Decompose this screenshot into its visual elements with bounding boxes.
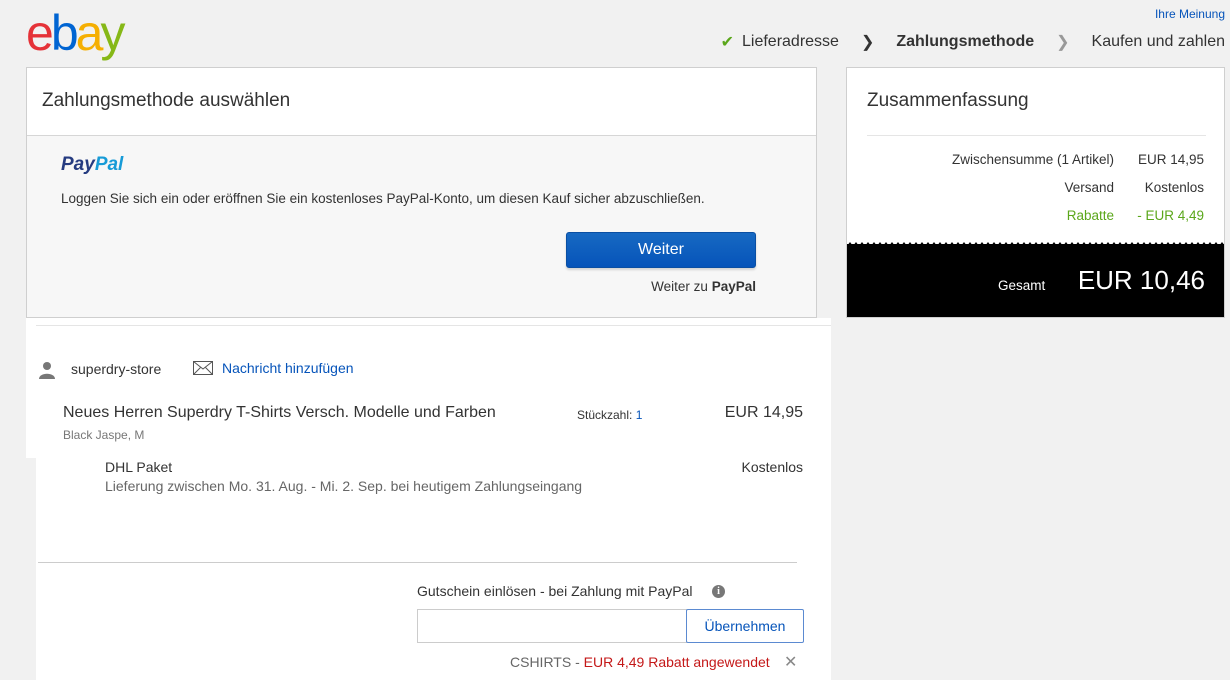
continue-button[interactable]: Weiter — [566, 232, 756, 268]
coupon-code: CSHIRTS - — [510, 654, 580, 670]
left-strip — [26, 458, 36, 680]
item-price: EUR 14,95 — [724, 404, 803, 421]
total-label: Gesamt — [998, 278, 1046, 293]
continue-sub-brand: PayPal — [711, 279, 756, 294]
logo-letter-e: e — [26, 5, 54, 61]
applied-coupon: CSHIRTS - EUR 4,49 Rabatt angewendet — [510, 654, 770, 670]
divider — [38, 562, 797, 563]
checkout-steps: ✔ Lieferadresse ❯ Zahlungsmethode ❯ Kauf… — [721, 32, 1225, 52]
item-title[interactable]: Neues Herren Superdry T-Shirts Versch. M… — [63, 404, 496, 422]
item-variant: Black Jaspe, M — [63, 428, 145, 442]
check-icon: ✔ — [720, 34, 734, 51]
quantity-label: Stückzahl: — [577, 408, 633, 422]
subtotal-row: Zwischensumme (1 Artikel) EUR 14,95 — [952, 152, 1204, 167]
chevron-right-icon: ❯ — [860, 34, 875, 51]
seller-name[interactable]: superdry-store — [71, 361, 161, 377]
coupon-input[interactable] — [417, 609, 687, 643]
ebay-logo[interactable]: ebay — [26, 5, 125, 61]
coupon-label: Gutschein einlösen - bei Zahlung mit Pay… — [417, 583, 693, 599]
add-message-link[interactable]: Nachricht hinzufügen — [222, 360, 354, 376]
user-icon — [39, 362, 55, 379]
close-icon[interactable]: ✕ — [784, 652, 797, 672]
paypal-logo-pal: Pal — [94, 154, 124, 175]
logo-letter-y: y — [100, 5, 125, 61]
info-icon[interactable]: i — [712, 585, 725, 598]
summary-title: Zusammenfassung — [867, 90, 1029, 111]
continue-sub-prefix: Weiter zu — [651, 279, 708, 294]
divider — [36, 325, 831, 326]
paypal-description: Loggen Sie sich ein oder eröffnen Sie ei… — [61, 191, 705, 206]
subtotal-value: EUR 14,95 — [1137, 152, 1204, 167]
apply-coupon-button[interactable]: Übernehmen — [686, 609, 804, 643]
payment-method-panel: Zahlungsmethode auswählen PayPal Loggen … — [26, 67, 817, 318]
discount-row: Rabatte - EUR 4,49 — [1067, 208, 1204, 223]
divider — [867, 135, 1206, 136]
continue-to-paypal-note: Weiter zu PayPal — [651, 279, 756, 294]
step-buy-and-pay: Kaufen und zahlen — [1091, 33, 1225, 50]
shipping-method: DHL Paket — [105, 459, 173, 475]
payment-method-title: Zahlungsmethode auswählen — [27, 68, 816, 136]
total-value: EUR 10,46 — [1077, 265, 1205, 295]
item-quantity: Stückzahl: 1 — [577, 408, 642, 422]
shipping-cost: Kostenlos — [741, 459, 803, 475]
chevron-right-icon: ❯ — [1056, 34, 1070, 51]
step-delivery-address[interactable]: Lieferadresse — [742, 33, 839, 51]
discount-value: - EUR 4,49 — [1137, 208, 1204, 223]
logo-letter-a: a — [75, 5, 104, 61]
subtotal-label: Zwischensumme (1 Artikel) — [951, 152, 1114, 167]
shipping-row: Versand Kostenlos — [1064, 180, 1204, 195]
step-payment-method: Zahlungsmethode — [896, 33, 1035, 50]
paypal-logo-pay: Pay — [61, 154, 95, 175]
quantity-value[interactable]: 1 — [636, 408, 643, 422]
discount-label: Rabatte — [1066, 208, 1114, 223]
shipping-label: Versand — [1064, 180, 1114, 195]
feedback-link[interactable]: Ihre Meinung — [1155, 7, 1225, 21]
shipping-value: Kostenlos — [1144, 180, 1204, 195]
logo-letter-b: b — [50, 5, 79, 61]
mail-icon[interactable] — [193, 361, 213, 375]
delivery-estimate: Lieferung zwischen Mo. 31. Aug. - Mi. 2.… — [105, 478, 583, 494]
receipt-edge — [847, 242, 1224, 246]
order-details: superdry-store Nachricht hinzufügen Neue… — [26, 318, 831, 680]
coupon-discount-text: EUR 4,49 Rabatt angewendet — [583, 654, 770, 670]
paypal-logo: PayPal — [61, 154, 123, 176]
order-summary: Zusammenfassung Zwischensumme (1 Artikel… — [846, 67, 1225, 318]
